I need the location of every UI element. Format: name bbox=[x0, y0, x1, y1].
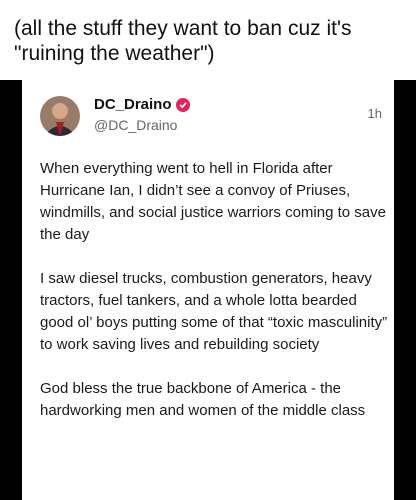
post-paragraph: When everything went to hell in Florida … bbox=[40, 160, 386, 243]
verified-badge-icon bbox=[175, 97, 190, 112]
author-name-text: DC_Draino bbox=[94, 96, 172, 113]
post-paragraph: I saw diesel trucks, combustion generato… bbox=[40, 270, 388, 353]
meme-caption: (all the stuff they want to ban cuz it's… bbox=[0, 0, 416, 80]
avatar[interactable] bbox=[40, 96, 80, 136]
post-text: When everything went to hell in Florida … bbox=[40, 158, 388, 444]
caption-text: (all the stuff they want to ban cuz it's… bbox=[14, 17, 352, 65]
social-post-card: DC_Draino @DC_Draino 1h When everything … bbox=[22, 80, 394, 500]
author-handle[interactable]: @DC_Draino bbox=[94, 117, 177, 133]
post-timestamp: 1h bbox=[367, 106, 382, 121]
post-paragraph: God bless the true backbone of America -… bbox=[40, 380, 366, 419]
author-name[interactable]: DC_Draino bbox=[94, 96, 190, 113]
